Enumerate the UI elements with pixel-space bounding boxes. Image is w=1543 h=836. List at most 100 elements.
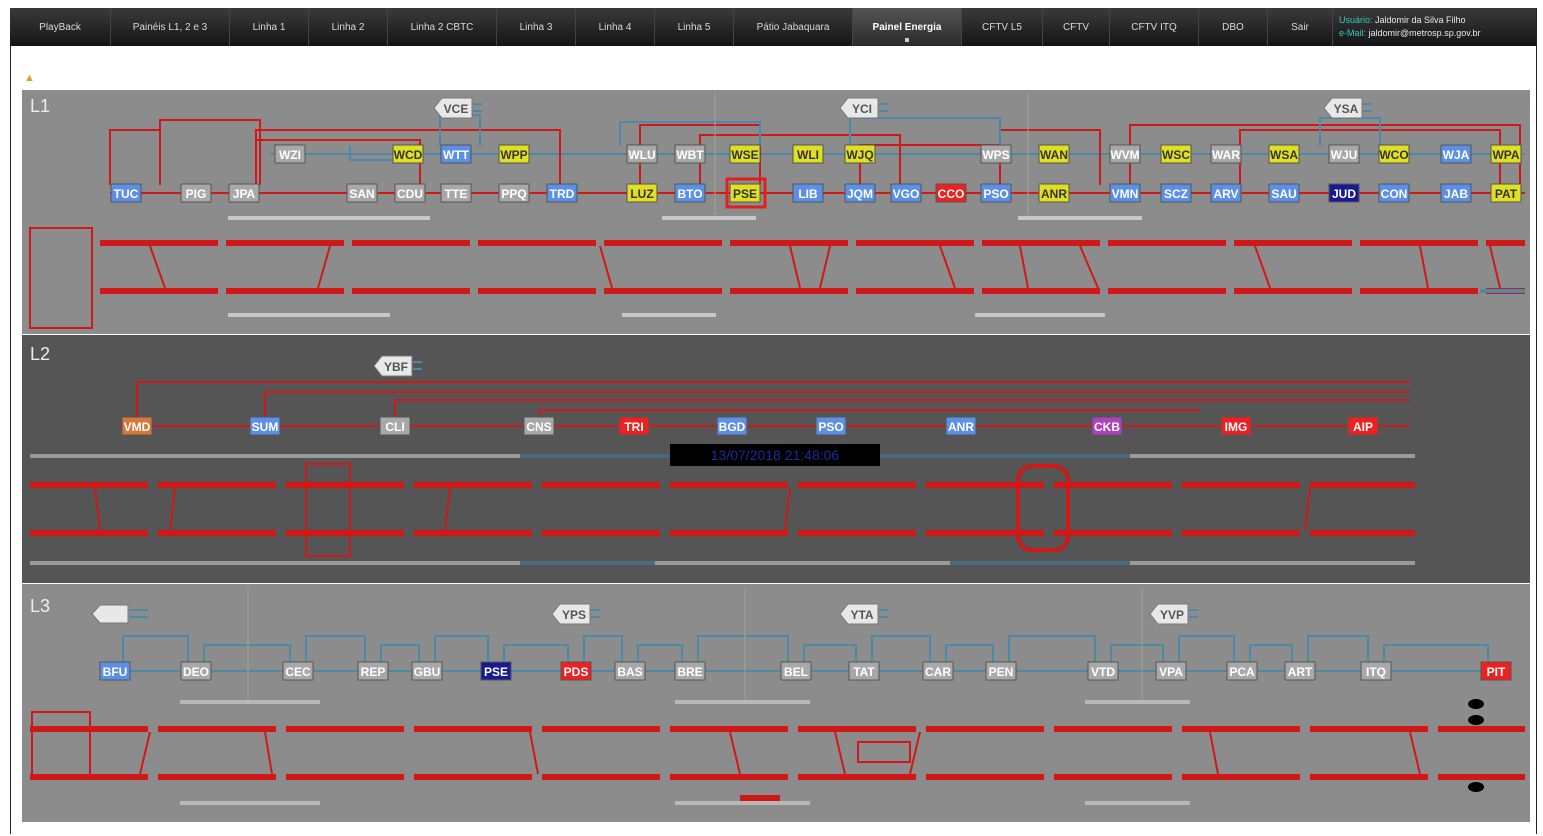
station-code: PIT xyxy=(1487,665,1506,679)
station-lib[interactable]: LIB xyxy=(792,183,824,203)
station-scz[interactable]: SCZ xyxy=(1160,183,1192,203)
station-pca[interactable]: PCA xyxy=(1226,661,1258,681)
station-luz[interactable]: LUZ xyxy=(626,183,658,203)
section-bar xyxy=(1085,700,1190,704)
feeder-station-wli[interactable]: WLI xyxy=(792,144,824,164)
feeder-station-wco[interactable]: WCO xyxy=(1378,144,1410,164)
station-bto[interactable]: BTO xyxy=(674,183,706,203)
buffer-stop xyxy=(1468,782,1484,792)
feeder-station-wcd[interactable]: WCD xyxy=(392,144,424,164)
feeder-station-wlu[interactable]: WLU xyxy=(626,144,658,164)
datetime-text: 13/07/2018 21:48:06 xyxy=(711,447,840,463)
feeder-station-wps[interactable]: WPS xyxy=(980,144,1012,164)
feeder-station-wpp[interactable]: WPP xyxy=(498,144,530,164)
station-vtd[interactable]: VTD xyxy=(1087,661,1119,681)
station-rep[interactable]: REP xyxy=(357,661,389,681)
feeder-station-wan[interactable]: WAN xyxy=(1038,144,1070,164)
station-san[interactable]: SAN xyxy=(346,183,378,203)
feeder-station-war[interactable]: WAR xyxy=(1210,144,1242,164)
station-code: WPS xyxy=(982,148,1009,162)
station-vmd[interactable]: VMD xyxy=(121,416,153,436)
station-code: BRE xyxy=(677,665,702,679)
station-pse[interactable]: PSE xyxy=(480,661,512,681)
station-con[interactable]: CON xyxy=(1378,183,1410,203)
station-bgd[interactable]: BGD xyxy=(716,416,748,436)
station-tte[interactable]: TTE xyxy=(440,183,472,203)
station-bel[interactable]: BEL xyxy=(780,661,812,681)
station-bfu[interactable]: BFU xyxy=(99,661,131,681)
station-sau[interactable]: SAU xyxy=(1268,183,1300,203)
station-deo[interactable]: DEO xyxy=(180,661,212,681)
feeder-station-wju[interactable]: WJU xyxy=(1328,144,1360,164)
station-code: JUD xyxy=(1332,187,1356,201)
station-gbu[interactable]: GBU xyxy=(411,661,443,681)
feeder-station-wjq[interactable]: WJQ xyxy=(844,144,876,164)
station-tat[interactable]: TAT xyxy=(848,661,880,681)
station-jud[interactable]: JUD xyxy=(1328,183,1360,203)
station-pat[interactable]: PAT xyxy=(1490,183,1522,203)
station-vmn[interactable]: VMN xyxy=(1109,183,1141,203)
station-code: TAT xyxy=(853,665,875,679)
station-pso[interactable]: PSO xyxy=(815,416,847,436)
station-tuc[interactable]: TUC xyxy=(110,183,142,203)
station-bas[interactable]: BAS xyxy=(614,661,646,681)
station-code: VGO xyxy=(893,187,920,201)
station-code: VMN xyxy=(1112,187,1139,201)
station-code: PSE xyxy=(733,187,757,201)
section-bar xyxy=(675,801,810,805)
station-cdu[interactable]: CDU xyxy=(394,183,426,203)
station-pig[interactable]: PIG xyxy=(180,183,212,203)
station-code: REP xyxy=(361,665,386,679)
station-anr[interactable]: ANR xyxy=(1038,183,1070,203)
station-car[interactable]: CAR xyxy=(922,661,954,681)
station-trd[interactable]: TRD xyxy=(546,183,578,203)
station-code: WPA xyxy=(1492,148,1519,162)
station-code: WZI xyxy=(279,148,301,162)
station-jqm[interactable]: JQM xyxy=(844,183,876,203)
station-code: CON xyxy=(1381,187,1408,201)
station-pso[interactable]: PSO xyxy=(980,183,1012,203)
station-jpa[interactable]: JPA xyxy=(228,183,260,203)
feeder-station-wsa[interactable]: WSA xyxy=(1268,144,1300,164)
station-ppq[interactable]: PPQ xyxy=(498,183,530,203)
feeder-station-wse[interactable]: WSE xyxy=(729,144,761,164)
station-code: LUZ xyxy=(630,187,653,201)
feeder-station-wzi[interactable]: WZI xyxy=(274,144,306,164)
station-code: WAR xyxy=(1212,148,1240,162)
station-bre[interactable]: BRE xyxy=(674,661,706,681)
station-vpa[interactable]: VPA xyxy=(1155,661,1187,681)
station-cec[interactable]: CEC xyxy=(282,661,314,681)
station-jab[interactable]: JAB xyxy=(1440,183,1472,203)
station-cns[interactable]: CNS xyxy=(523,416,555,436)
station-ckb[interactable]: CKB xyxy=(1091,416,1123,436)
station-pit[interactable]: PIT xyxy=(1480,661,1512,681)
feeder-station-wtt[interactable]: WTT xyxy=(440,144,472,164)
section-bar xyxy=(1130,561,1415,565)
station-pse[interactable]: PSE xyxy=(729,183,761,203)
feeder-station-wsc[interactable]: WSC xyxy=(1160,144,1192,164)
station-itq[interactable]: ITQ xyxy=(1360,661,1392,681)
station-code: VPA xyxy=(1159,665,1183,679)
station-tri[interactable]: TRI xyxy=(618,416,650,436)
station-code: CLI xyxy=(385,420,404,434)
station-code: ANR xyxy=(1041,187,1067,201)
station-aip[interactable]: AIP xyxy=(1347,416,1379,436)
station-vgo[interactable]: VGO xyxy=(890,183,922,203)
station-code: TRD xyxy=(550,187,575,201)
station-img[interactable]: IMG xyxy=(1220,416,1252,436)
station-pds[interactable]: PDS xyxy=(560,661,592,681)
feeder-station-wpa[interactable]: WPA xyxy=(1490,144,1522,164)
station-cli[interactable]: CLI xyxy=(379,416,411,436)
station-pen[interactable]: PEN xyxy=(985,661,1017,681)
station-art[interactable]: ART xyxy=(1284,661,1316,681)
station-cco[interactable]: CCO xyxy=(935,183,967,203)
feeder-station-wbt[interactable]: WBT xyxy=(674,144,706,164)
feeder-station-wvm[interactable]: WVM xyxy=(1109,144,1141,164)
station-code: SUM xyxy=(252,420,279,434)
station-code: VTD xyxy=(1091,665,1115,679)
station-sum[interactable]: SUM xyxy=(249,416,281,436)
station-anr[interactable]: ANR xyxy=(945,416,977,436)
feeder-station-wja[interactable]: WJA xyxy=(1440,144,1472,164)
station-arv[interactable]: ARV xyxy=(1210,183,1242,203)
section-bar xyxy=(30,561,520,565)
